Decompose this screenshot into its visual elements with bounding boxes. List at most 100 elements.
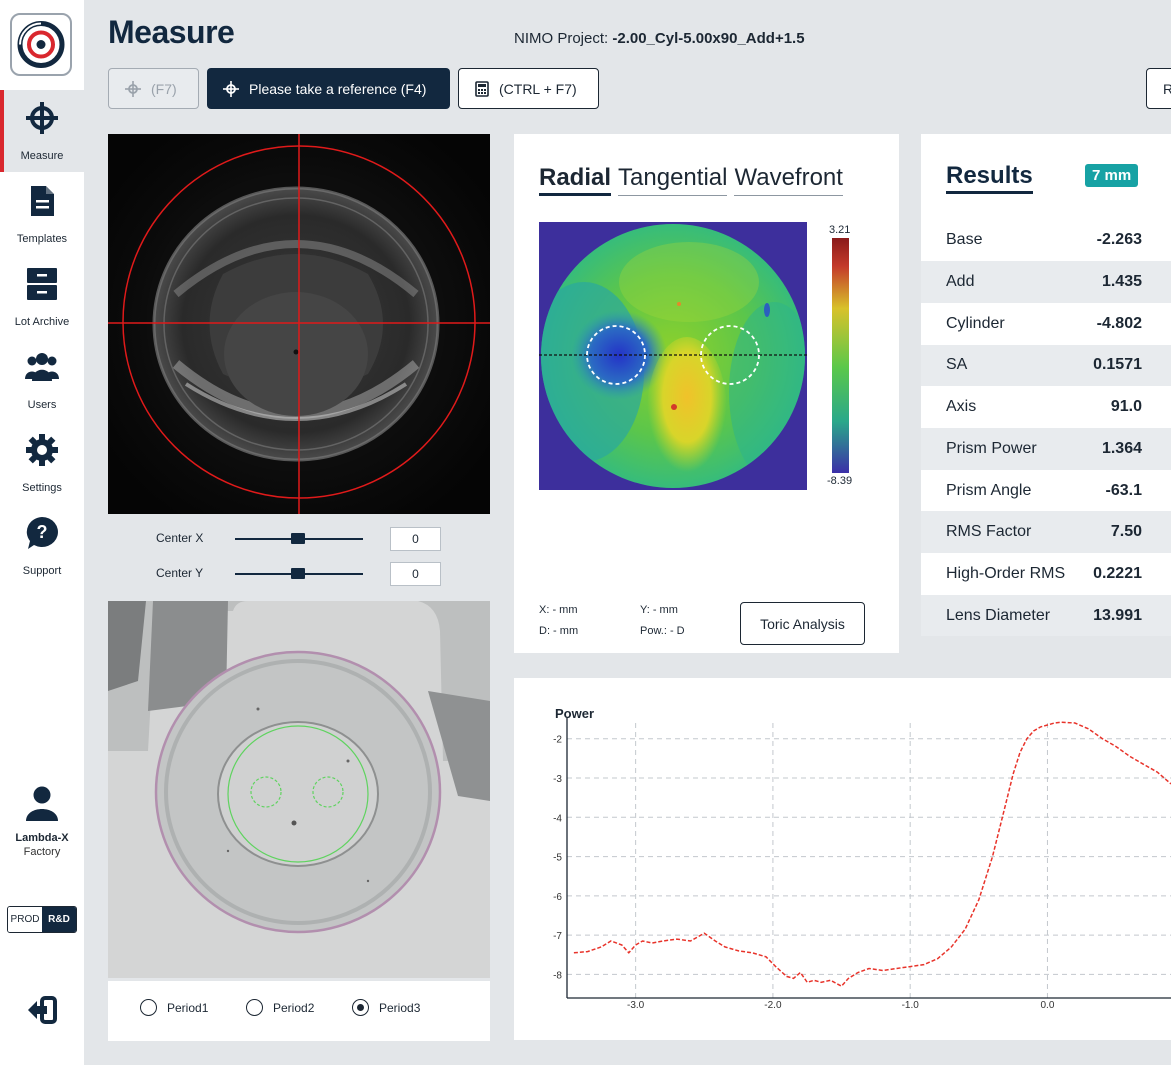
result-row: RMS Factor 7.50: [921, 511, 1171, 554]
map-tabs: Radial Tangential Wavefront: [539, 164, 843, 196]
crosshair-icon: [125, 80, 141, 97]
environment-toggle[interactable]: PROD R&D: [7, 906, 77, 933]
calculator-icon: [475, 80, 489, 97]
x-tick-label: 0.0: [1041, 1000, 1055, 1011]
result-label: Axis: [946, 398, 977, 416]
take-reference-button[interactable]: Please take a reference (F4): [207, 68, 450, 109]
sidebar-item-measure[interactable]: Measure: [0, 90, 84, 172]
result-value: -63.1: [1105, 481, 1142, 499]
crosshair-icon: [223, 80, 239, 97]
profile-series-line: [573, 721, 1171, 988]
result-value: 1.364: [1101, 439, 1142, 457]
result-value: 13.991: [1093, 606, 1142, 624]
center-x-label: Center X: [156, 531, 204, 545]
logout-icon[interactable]: [26, 995, 58, 1025]
measure-f7-button[interactable]: (F7): [108, 68, 199, 109]
result-label: Base: [946, 231, 983, 249]
scale-min-label: -8.39: [827, 475, 853, 487]
power-heatmap[interactable]: [539, 222, 807, 490]
sidebar-item-support[interactable]: ? Support: [0, 505, 84, 587]
readout-d: D: - mm: [539, 625, 579, 637]
sidebar-item-label: Settings: [22, 482, 62, 494]
sidebar-item-label: Users: [27, 399, 57, 411]
center-y-label: Center Y: [156, 566, 204, 580]
tab-wavefront[interactable]: Wavefront: [734, 164, 843, 196]
period1-option[interactable]: Period1: [140, 999, 208, 1016]
sidebar-item-users[interactable]: Users: [0, 339, 84, 421]
env-rd-option[interactable]: R&D: [42, 907, 76, 932]
button-label: R: [1163, 80, 1171, 97]
x-tick-label: -3.0: [627, 1000, 645, 1011]
camera-view[interactable]: [108, 134, 490, 514]
y-tick-label: -4: [553, 813, 562, 824]
radio-button[interactable]: [246, 999, 263, 1016]
period2-option[interactable]: Period2: [246, 999, 314, 1016]
env-prod-option[interactable]: PROD: [8, 907, 42, 932]
result-value: 1.435: [1101, 273, 1142, 291]
period3-option[interactable]: Period3: [352, 999, 420, 1016]
power-map-panel: Radial Tangential Wavefront 3.21 -8.39 X…: [514, 134, 899, 653]
aperture-badge[interactable]: 7 mm: [1085, 164, 1139, 187]
results-panel: Results 7 mm Base -2.263 Add 1.435 Cylinder -…: [921, 134, 1171, 636]
radio-button[interactable]: [140, 999, 157, 1016]
center-y-input[interactable]: 0: [390, 562, 441, 586]
lambda-x-logo-icon[interactable]: [10, 13, 72, 76]
crosshair-icon: [26, 102, 58, 134]
result-row: Prism Angle -63.1: [921, 470, 1171, 512]
x-tick-label: -1.0: [902, 1000, 920, 1011]
project-info: NIMO Project: -2.00_Cyl-5.00x90_Add+1.5: [514, 30, 805, 47]
sidebar-item-label: Measure: [20, 150, 64, 162]
result-value: 7.50: [1110, 523, 1142, 541]
sidebar-item-templates[interactable]: Templates: [0, 173, 84, 255]
result-label: High-Order RMS: [946, 564, 1066, 582]
color-scale-bar: [832, 238, 849, 473]
center-y-control: Center Y 0: [108, 562, 490, 586]
button-label: Please take a reference (F4): [249, 80, 427, 97]
sidebar-item-label: Lot Archive: [14, 316, 70, 328]
results-title: Results: [946, 162, 1033, 194]
sidebar-item-settings[interactable]: Settings: [0, 422, 84, 504]
result-row: Prism Power 1.364: [921, 428, 1171, 470]
result-label: Add: [946, 273, 975, 291]
result-value: 0.2221: [1093, 564, 1142, 582]
result-value: -4.802: [1096, 314, 1142, 332]
scale-max-label: 3.21: [829, 224, 851, 236]
result-value: 91.0: [1110, 398, 1142, 416]
readout-power: Pow.: - D: [640, 625, 685, 637]
y-tick-label: -2: [553, 735, 562, 746]
help-bubble-icon: ?: [26, 517, 58, 549]
result-label: RMS Factor: [946, 523, 1032, 541]
tab-radial[interactable]: Radial: [539, 164, 612, 196]
archive-icon: [27, 268, 57, 300]
calculator-button[interactable]: (CTRL + F7): [458, 68, 599, 109]
sidebar-item-lot-archive[interactable]: Lot Archive: [0, 256, 84, 338]
toolbar-right-button[interactable]: R: [1146, 68, 1171, 109]
center-x-input[interactable]: 0: [390, 527, 441, 551]
result-label: Cylinder: [946, 314, 1005, 332]
result-value: 0.1571: [1093, 356, 1142, 374]
result-row: Lens Diameter 13.991: [921, 594, 1171, 636]
center-x-control: Center X 0: [108, 527, 490, 551]
x-tick-label: -2.0: [764, 1000, 782, 1011]
radio-label: Period3: [379, 1000, 421, 1015]
user-name: Lambda-X: [15, 832, 69, 844]
center-y-slider-thumb[interactable]: [291, 568, 305, 579]
y-tick-label: -8: [553, 970, 562, 981]
result-row: Add 1.435: [921, 261, 1171, 303]
toric-analysis-button[interactable]: Toric Analysis: [740, 602, 865, 645]
user-icon: [26, 786, 58, 821]
tab-tangential[interactable]: Tangential: [618, 164, 728, 196]
power-profile-chart: Power -2 -3 -4 -5 -6 -7 -8 -3.0 -2.0 -1.0 0.0: [514, 678, 1171, 1040]
result-row: Cylinder -4.802: [921, 303, 1171, 345]
svg-text:?: ?: [37, 522, 48, 542]
result-row: High-Order RMS 0.2221: [921, 553, 1171, 595]
y-tick-label: -5: [553, 853, 562, 864]
radio-label: Period2: [273, 1000, 315, 1015]
user-profile[interactable]: Lambda-X Factory: [0, 785, 84, 858]
gear-icon: [26, 434, 58, 466]
center-x-slider-thumb[interactable]: [291, 533, 305, 544]
y-axis-label: Power: [555, 706, 594, 721]
y-tick-label: -7: [553, 931, 562, 942]
button-label: (F7): [151, 80, 177, 97]
radio-button[interactable]: [352, 999, 369, 1016]
